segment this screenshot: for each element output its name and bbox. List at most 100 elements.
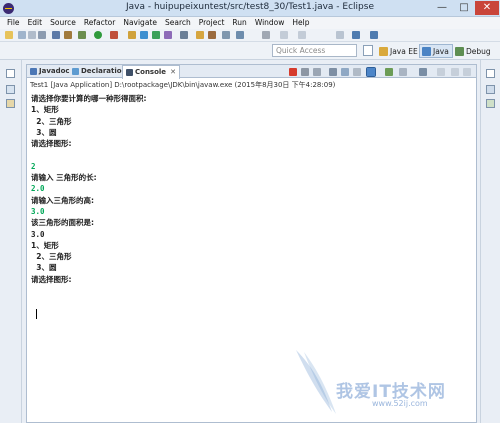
console-launch-header: Test1 [Java Application] D:\rootpackage\… bbox=[30, 81, 336, 89]
open-perspective-icon[interactable] bbox=[363, 45, 373, 56]
javadoc-icon bbox=[30, 68, 37, 75]
perspective-label: Java EE bbox=[390, 46, 418, 56]
hierarchy-icon[interactable] bbox=[6, 99, 15, 108]
scroll-lock-icon[interactable] bbox=[341, 68, 349, 76]
new-java-project-icon[interactable] bbox=[128, 31, 136, 39]
menu-refactor[interactable]: Refactor bbox=[84, 17, 115, 29]
perspective-java-ee[interactable]: Java EE bbox=[377, 44, 421, 58]
back-icon[interactable] bbox=[352, 31, 360, 39]
perspective-java[interactable]: Java bbox=[419, 44, 453, 58]
show-console-icon[interactable] bbox=[366, 67, 376, 77]
quick-access-input[interactable]: Quick Access bbox=[272, 44, 357, 57]
display-selected-console-icon[interactable] bbox=[399, 68, 407, 76]
menu-source[interactable]: Source bbox=[50, 17, 76, 29]
tab-declaration[interactable]: Declaration bbox=[72, 65, 127, 78]
window-title: Java - huipupeixuntest/src/test8_30/Test… bbox=[126, 2, 374, 12]
save-all-icon[interactable] bbox=[28, 31, 36, 39]
console-input-line: 3.0 bbox=[31, 206, 45, 216]
menu-help[interactable]: Help bbox=[292, 17, 309, 29]
right-trim-bar bbox=[480, 60, 500, 423]
menu-bar: File Edit Source Refactor Navigate Searc… bbox=[0, 17, 500, 29]
last-edit-icon[interactable] bbox=[336, 31, 344, 39]
menu-run[interactable]: Run bbox=[232, 17, 246, 29]
tab-console[interactable]: Console ✕ bbox=[122, 65, 180, 79]
java-ee-icon bbox=[379, 46, 388, 56]
menu-navigate[interactable]: Navigate bbox=[123, 17, 157, 29]
package-explorer-icon[interactable] bbox=[6, 85, 15, 94]
tab-label: Console bbox=[135, 68, 167, 76]
perspective-debug[interactable]: Debug bbox=[453, 44, 494, 58]
toggle-mark-icon[interactable] bbox=[236, 31, 244, 39]
forward-icon[interactable] bbox=[370, 31, 378, 39]
close-tab-icon[interactable]: ✕ bbox=[170, 66, 176, 79]
console-input-line: 2 bbox=[31, 161, 36, 171]
remove-all-icon[interactable] bbox=[313, 68, 321, 76]
menu-file[interactable]: File bbox=[7, 17, 20, 29]
prev-annotation-icon[interactable] bbox=[280, 31, 288, 39]
maximize-button[interactable]: □ bbox=[453, 1, 475, 15]
console-line: 1、矩形 bbox=[31, 105, 59, 115]
print-icon[interactable] bbox=[38, 31, 46, 39]
main-toolbar bbox=[0, 29, 500, 42]
text-caret bbox=[36, 309, 37, 319]
save-icon[interactable] bbox=[18, 31, 26, 39]
watermark-url: www.52ij.com bbox=[372, 399, 428, 408]
console-line: 2、三角形 bbox=[31, 116, 72, 126]
perspective-label: Debug bbox=[466, 46, 491, 56]
view-menu-icon[interactable] bbox=[437, 68, 445, 76]
next-annotation-icon[interactable] bbox=[298, 31, 306, 39]
close-button[interactable]: ✕ bbox=[475, 1, 499, 15]
java-perspective-icon bbox=[422, 46, 431, 56]
console-icon bbox=[126, 69, 133, 76]
tab-javadoc[interactable]: Javadoc bbox=[30, 65, 70, 78]
console-line: 请选择图形: bbox=[31, 274, 72, 284]
console-output[interactable]: 请选择你要计算的哪一种形得面积: 1、矩形 2、三角形 3、圆 请选择图形: 2… bbox=[31, 93, 471, 319]
console-line: 请输入三角形的高: bbox=[31, 195, 94, 205]
tab-label: Javadoc bbox=[39, 67, 70, 75]
console-line: 请选择你要计算的哪一种形得面积: bbox=[31, 94, 147, 103]
edit-icon[interactable] bbox=[208, 31, 216, 39]
open-console-icon[interactable] bbox=[419, 68, 427, 76]
task-list-icon[interactable] bbox=[486, 85, 495, 94]
open-type-icon[interactable] bbox=[52, 31, 60, 39]
console-line: 该三角形的面积是: bbox=[31, 218, 94, 228]
minimize-button[interactable]: — bbox=[431, 1, 453, 15]
build-icon[interactable] bbox=[64, 31, 72, 39]
new-package-icon[interactable] bbox=[140, 31, 148, 39]
console-line: 1、矩形 bbox=[31, 240, 59, 250]
view-tab-strip: Javadoc Declaration Console ✕ bbox=[27, 65, 476, 79]
search-icon[interactable] bbox=[180, 31, 188, 39]
debug-perspective-icon bbox=[455, 46, 464, 56]
run-icon[interactable] bbox=[94, 31, 102, 39]
left-trim-bar bbox=[0, 60, 22, 423]
pin-icon[interactable] bbox=[262, 31, 270, 39]
pin-console-icon[interactable] bbox=[385, 68, 393, 76]
menu-search[interactable]: Search bbox=[165, 17, 191, 29]
external-tools-icon[interactable] bbox=[110, 31, 118, 39]
console-result-line: 3.0 bbox=[31, 229, 45, 239]
menu-edit[interactable]: Edit bbox=[28, 17, 43, 29]
maximize-view-icon[interactable] bbox=[463, 68, 471, 76]
console-line: 2、三角形 bbox=[31, 252, 72, 262]
new-interface-icon[interactable] bbox=[164, 31, 172, 39]
outline-icon[interactable] bbox=[486, 99, 495, 108]
tab-label: Declaration bbox=[81, 67, 127, 75]
new-class-icon[interactable] bbox=[152, 31, 160, 39]
console-view: Javadoc Declaration Console ✕ Test1 [Jav… bbox=[26, 64, 477, 423]
console-line: 3、圆 bbox=[31, 263, 57, 273]
menu-project[interactable]: Project bbox=[199, 17, 225, 29]
restore-icon[interactable] bbox=[486, 69, 495, 78]
remove-launch-icon[interactable] bbox=[301, 68, 309, 76]
word-wrap-icon[interactable] bbox=[353, 68, 361, 76]
open-folder-icon[interactable] bbox=[196, 31, 204, 39]
minimize-view-icon[interactable] bbox=[451, 68, 459, 76]
clear-console-icon[interactable] bbox=[329, 68, 337, 76]
debug-icon[interactable] bbox=[78, 31, 86, 39]
terminate-icon[interactable] bbox=[289, 68, 297, 76]
console-line: 请选择图形: bbox=[31, 139, 72, 149]
annotation-icon[interactable] bbox=[222, 31, 230, 39]
new-icon[interactable] bbox=[5, 31, 13, 39]
menu-window[interactable]: Window bbox=[255, 17, 285, 29]
restore-icon[interactable] bbox=[6, 69, 15, 78]
